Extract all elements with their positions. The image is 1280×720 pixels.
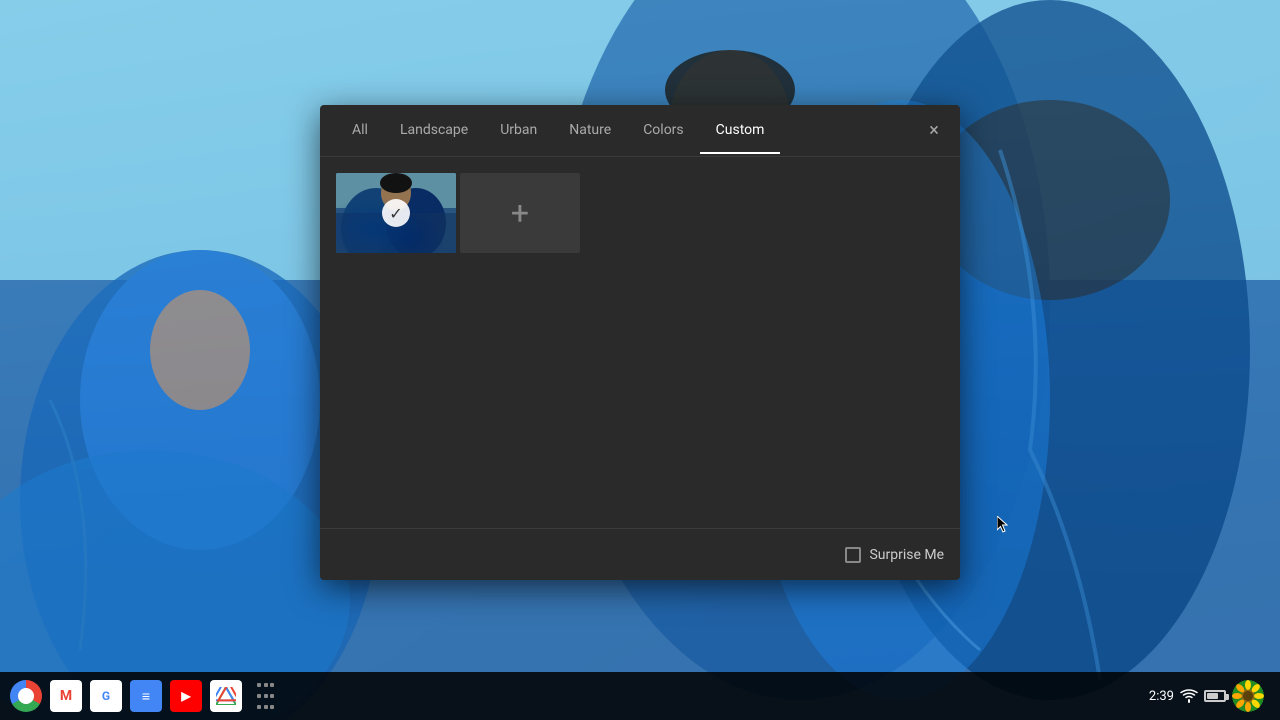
wallpaper-thumb-selected[interactable]: ✓ (336, 173, 456, 253)
tab-bar: All Landscape Urban Nature Colors Custom (336, 108, 944, 154)
taskbar-app-docs[interactable]: ≡ (128, 678, 164, 714)
drive-icon (210, 680, 242, 712)
taskbar: M G ≡ ▶ (0, 672, 1280, 720)
youtube-icon: ▶ (170, 680, 202, 712)
wallpaper-shortcut[interactable] (1232, 680, 1264, 712)
surprise-me-checkbox[interactable] (845, 547, 861, 563)
wifi-icon (1180, 688, 1198, 704)
taskbar-clock: 2:39 (1149, 689, 1174, 704)
taskbar-app-gmail[interactable]: M (48, 678, 84, 714)
tab-custom[interactable]: Custom (700, 108, 781, 154)
surprise-me-label: Surprise Me (869, 547, 944, 563)
surprise-me-control[interactable]: Surprise Me (845, 547, 944, 563)
taskbar-app-google[interactable]: G (88, 678, 124, 714)
taskbar-app-drive[interactable] (208, 678, 244, 714)
add-icon: + (511, 194, 529, 232)
taskbar-app-grid[interactable] (248, 678, 284, 714)
wallpaper-dialog: All Landscape Urban Nature Colors Custom… (320, 105, 960, 580)
tab-urban[interactable]: Urban (484, 108, 553, 154)
gmail-icon: M (50, 680, 82, 712)
docs-icon: ≡ (130, 680, 162, 712)
drive-svg (216, 687, 236, 705)
close-button[interactable]: × (920, 117, 948, 145)
dialog-header: All Landscape Urban Nature Colors Custom… (320, 105, 960, 157)
taskbar-apps: M G ≡ ▶ (8, 678, 1149, 714)
google-icon: G (90, 680, 122, 712)
tab-nature[interactable]: Nature (553, 108, 627, 154)
tab-all[interactable]: All (336, 108, 384, 154)
selected-overlay: ✓ (336, 173, 456, 253)
taskbar-system-icons: 2:39 (1149, 680, 1264, 712)
grid-icon (257, 680, 275, 712)
check-mark: ✓ (382, 199, 410, 227)
dialog-body: ✓ + (320, 157, 960, 528)
wallpaper-thumbnails: ✓ + (336, 173, 944, 253)
chrome-icon (10, 680, 42, 712)
add-wallpaper-button[interactable]: + (460, 173, 580, 253)
sunflower-icon (1232, 680, 1264, 712)
taskbar-app-youtube[interactable]: ▶ (168, 678, 204, 714)
battery-icon (1204, 690, 1226, 702)
tab-landscape[interactable]: Landscape (384, 108, 484, 154)
clock-time: 2:39 (1149, 689, 1174, 704)
tab-colors[interactable]: Colors (627, 108, 699, 154)
dialog-footer: Surprise Me (320, 528, 960, 580)
taskbar-app-chrome[interactable] (8, 678, 44, 714)
